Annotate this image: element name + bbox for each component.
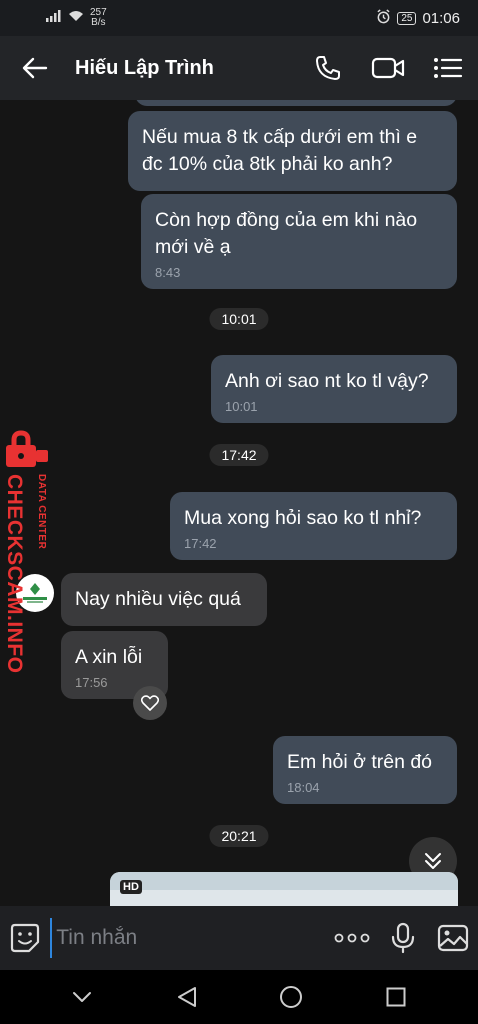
call-button[interactable] (298, 36, 358, 100)
lock-icon (6, 430, 48, 467)
video-call-icon (371, 57, 405, 79)
sticker-button[interactable] (0, 906, 50, 970)
menu-button[interactable] (418, 36, 478, 100)
wifi-icon (68, 9, 84, 27)
message-text: A xin lỗi (75, 646, 143, 668)
message-bubble-outgoing[interactable]: Còn hợp đồng của em khi nào mới về ạ 8:4… (141, 194, 457, 289)
hd-badge: HD (120, 880, 142, 894)
message-bubble-outgoing[interactable]: Anh ơi sao nt ko tl vậy? 10:01 (211, 355, 457, 423)
preview-browser-bar (110, 872, 458, 890)
alarm-icon (376, 8, 391, 28)
battery-indicator: 25 (397, 11, 417, 25)
message-time: 17:42 (184, 536, 217, 551)
message-input-bar (0, 906, 478, 970)
message-text: Mua xong hỏi sao ko tl nhỉ? (184, 507, 422, 529)
system-nav-bar (0, 970, 478, 1024)
message-time: 18:04 (287, 780, 320, 795)
message-text: Anh ơi sao nt ko tl vậy? (225, 370, 429, 392)
message-time: 8:43 (155, 265, 181, 280)
gallery-button[interactable] (428, 906, 478, 970)
chat-header: Hiếu Lập Trình (0, 36, 478, 100)
nav-recents-button[interactable] (366, 970, 426, 1024)
message-bubble-partial[interactable] (135, 100, 457, 106)
date-separator: 20:21 (209, 825, 269, 847)
double-chevron-down-icon (425, 853, 441, 869)
message-text: Còn hợp đồng của em khi nào mới về ạ (155, 209, 418, 258)
signal-icon (46, 9, 62, 27)
menu-icon (434, 58, 463, 78)
date-separator: 10:01 (209, 308, 269, 330)
watermark-small-text: DATA CENTER (36, 474, 47, 550)
microphone-icon (391, 922, 414, 954)
circle-home-icon (280, 986, 303, 1008)
image-message-preview[interactable]: HD (110, 872, 458, 906)
reaction-button[interactable] (133, 686, 167, 720)
nav-back-button[interactable] (157, 970, 217, 1024)
sticker-icon (11, 923, 40, 953)
watermark-main-text: CHECKSCAM.INFO (3, 474, 26, 674)
message-input[interactable] (50, 918, 328, 958)
status-left: 257 B/s (46, 8, 107, 28)
message-bubble-outgoing[interactable]: Nếu mua 8 tk cấp dưới em thì e đc 10% củ… (128, 111, 457, 191)
heart-icon (141, 695, 159, 711)
date-separator: 17:42 (209, 444, 269, 466)
message-time: 10:01 (225, 399, 258, 414)
status-right: 25 01:06 (376, 8, 460, 28)
phone-icon (316, 56, 340, 80)
more-options-button[interactable] (327, 906, 377, 970)
message-bubble-outgoing[interactable]: Em hỏi ở trên đó 18:04 (273, 736, 457, 804)
contact-name[interactable]: Hiếu Lập Trình (75, 57, 298, 80)
voice-message-button[interactable] (378, 906, 428, 970)
message-text: Nay nhiều việc quá (75, 588, 241, 610)
network-speed: 257 B/s (90, 7, 107, 28)
back-arrow-icon (22, 57, 48, 79)
square-recents-icon (386, 987, 406, 1007)
back-button[interactable] (0, 36, 70, 100)
status-bar: 257 B/s 25 01:06 (0, 0, 478, 36)
chevron-down-icon (73, 992, 92, 1002)
message-bubble-incoming[interactable]: Nay nhiều việc quá (61, 573, 267, 626)
watermark: CHECKSCAM.INFO DATA CENTER (0, 430, 52, 674)
triangle-back-icon (177, 987, 196, 1007)
message-text: Em hỏi ở trên đó (287, 751, 433, 773)
message-bubble-outgoing[interactable]: Mua xong hỏi sao ko tl nhỉ? 17:42 (170, 492, 457, 560)
chat-area[interactable]: Nếu mua 8 tk cấp dưới em thì e đc 10% củ… (0, 100, 478, 906)
more-dots-icon (334, 933, 370, 943)
image-icon (437, 924, 468, 952)
nav-home-button[interactable] (261, 970, 321, 1024)
message-text: Nếu mua 8 tk cấp dưới em thì e đc 10% củ… (142, 126, 418, 175)
video-call-button[interactable] (358, 36, 418, 100)
nav-collapse-button[interactable] (52, 970, 112, 1024)
clock: 01:06 (422, 9, 460, 27)
